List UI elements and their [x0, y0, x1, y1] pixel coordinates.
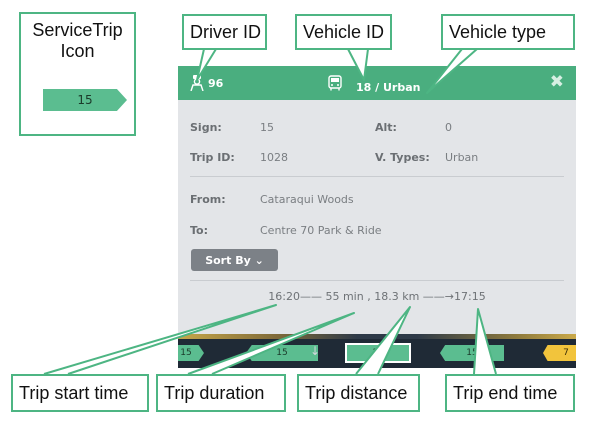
- trip-summary: 16:20—— 55 min , 18.3 km ——→17:15: [268, 290, 486, 303]
- timeline-trip-chip-yellow[interactable]: 7: [543, 345, 576, 361]
- callout-label: ServiceTrip Icon: [32, 20, 123, 61]
- trip-id-label: Trip ID:: [190, 151, 235, 164]
- timeline-trip-chip[interactable]: 15: [440, 345, 504, 361]
- timeline-trip-chip[interactable]: 15: [246, 345, 318, 361]
- from-label: From:: [190, 193, 226, 206]
- to-label: To:: [190, 224, 208, 237]
- vehicle-types-value: Urban: [445, 151, 479, 164]
- from-value: Cataraqui Woods: [260, 193, 354, 206]
- timeline-stripe: [178, 334, 576, 339]
- trip-start-callout: Trip start time: [11, 374, 149, 412]
- driver-id-callout: Driver ID: [182, 14, 267, 50]
- chip-label: 15: [180, 348, 192, 358]
- down-arrow-icon: ↓: [310, 344, 321, 358]
- driver-icon: [190, 75, 204, 91]
- chip-label: 15: [372, 348, 384, 358]
- callout-label: Trip end time: [453, 383, 558, 403]
- vehicle-type-callout: Vehicle type: [441, 14, 575, 50]
- vehicle-id-type: 18 / Urban: [356, 80, 421, 94]
- close-icon[interactable]: ✖: [550, 72, 564, 92]
- chip-label: 15: [77, 93, 93, 107]
- divider: [190, 280, 564, 281]
- callout-label: Vehicle ID: [303, 22, 385, 42]
- popup-header: 96 18 / Urban ✖: [178, 66, 576, 100]
- service-trip-chip[interactable]: 15: [43, 89, 127, 111]
- chip-label: 15: [276, 348, 288, 358]
- callout-label: Driver ID: [190, 22, 261, 42]
- driver-id: 96: [208, 76, 224, 90]
- vehicle-id-callout: Vehicle ID: [295, 14, 392, 50]
- callout-label: Vehicle type: [449, 22, 547, 42]
- vehicle-types-label: V. Types:: [375, 151, 430, 164]
- vehicle-info: 18 / Urban: [328, 66, 420, 100]
- to-value: Centre 70 Park & Ride: [260, 224, 382, 237]
- selected-trip-chip[interactable]: 15: [345, 343, 411, 363]
- trip-timeline: 15 15 ↓ 15 15 7: [178, 334, 576, 368]
- trip-end-callout: Trip end time: [445, 374, 575, 412]
- callout-label: Trip start time: [19, 383, 129, 403]
- callout-label: Trip duration: [164, 383, 265, 403]
- alt-value: 0: [445, 121, 452, 134]
- bus-icon: [328, 75, 342, 91]
- divider: [190, 176, 564, 177]
- timeline-trip-chip[interactable]: 15: [178, 345, 204, 361]
- sort-by-button[interactable]: Sort By ⌄: [191, 249, 278, 271]
- trip-details-popup: 96 18 / Urban ✖ Sign: 15 Alt: 0 Trip ID:…: [178, 66, 576, 334]
- driver-info: 96: [190, 66, 223, 100]
- chip-label: 7: [563, 348, 569, 358]
- servicetrip-icon-callout: ServiceTrip Icon 15: [19, 12, 136, 136]
- trip-id-value: 1028: [260, 151, 288, 164]
- chip-label: 15: [466, 348, 478, 358]
- trip-distance-callout: Trip distance: [297, 374, 420, 412]
- alt-label: Alt:: [375, 121, 397, 134]
- sign-label: Sign:: [190, 121, 222, 134]
- sign-value: 15: [260, 121, 274, 134]
- callout-label: Trip distance: [305, 383, 408, 403]
- trip-duration-callout: Trip duration: [156, 374, 286, 412]
